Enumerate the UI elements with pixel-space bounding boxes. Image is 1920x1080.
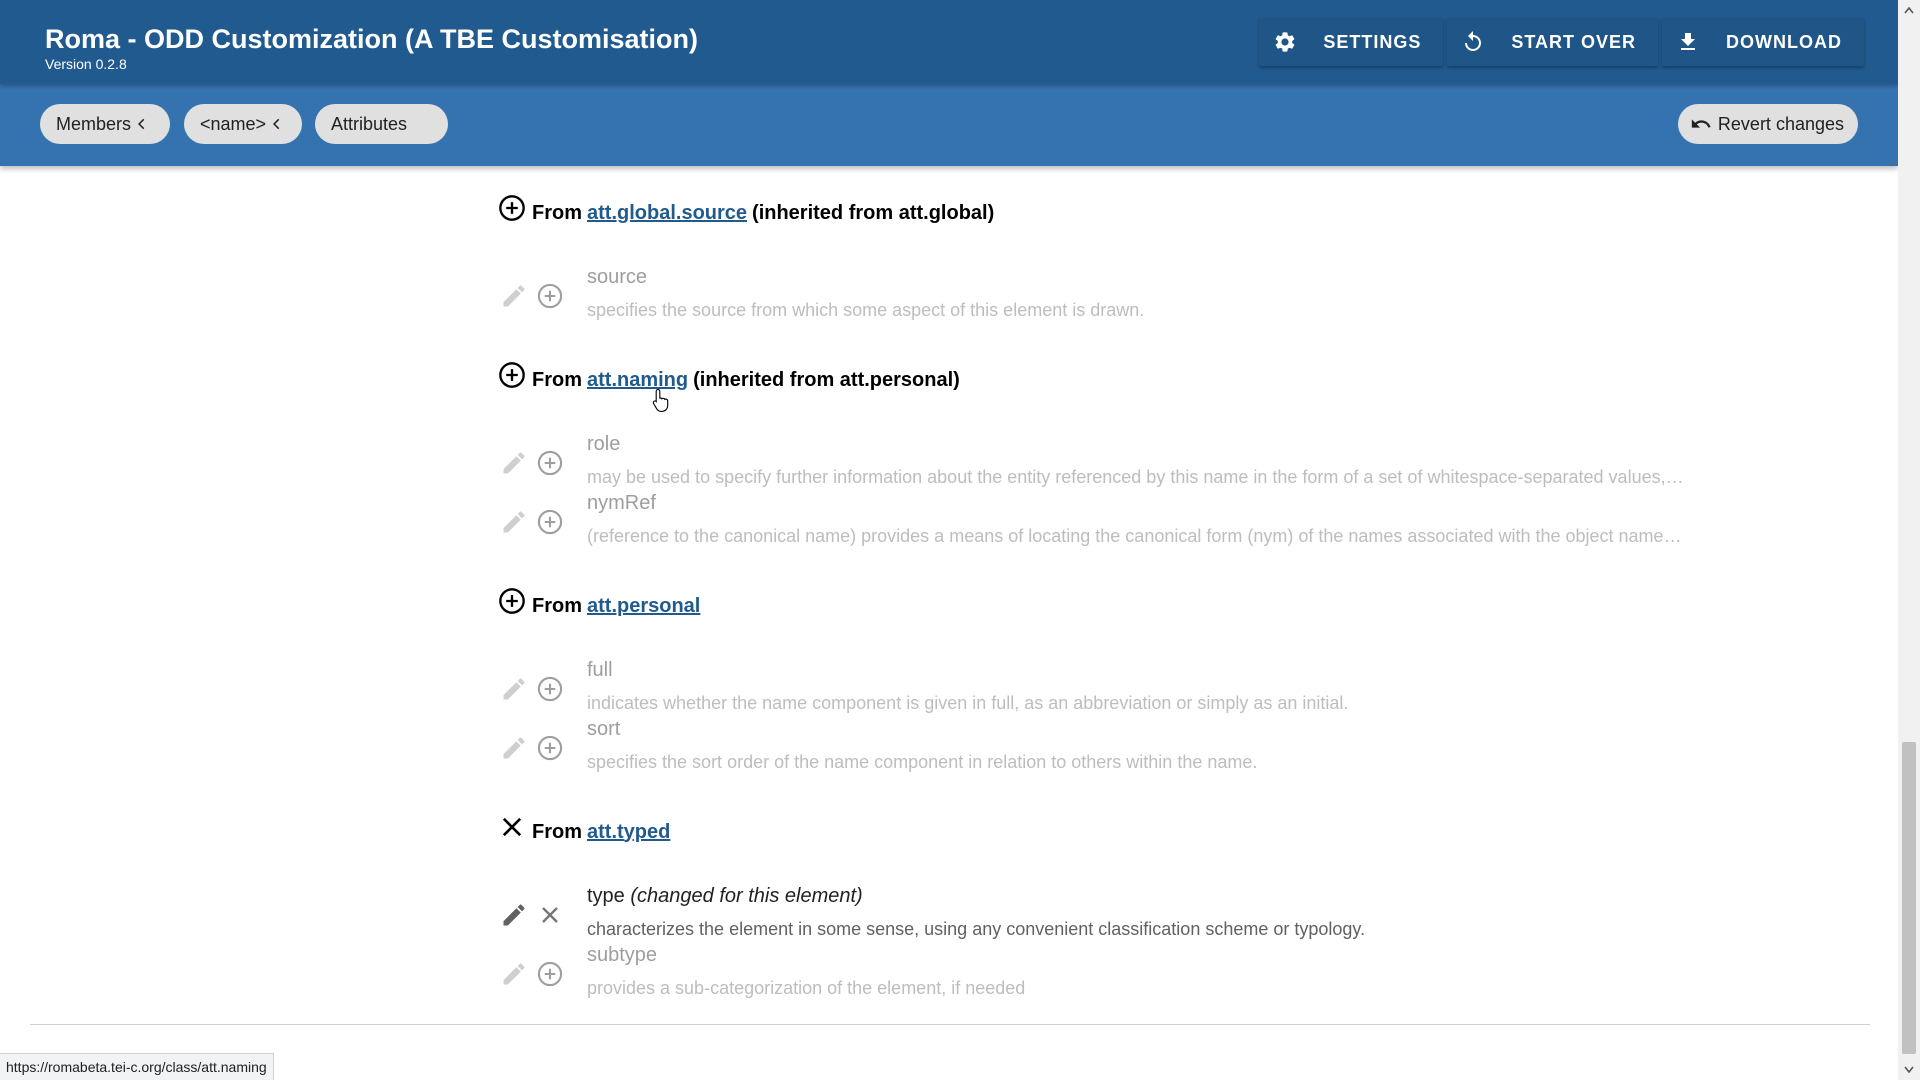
add-circle-icon[interactable] xyxy=(498,361,526,389)
attribute-name: source xyxy=(587,266,648,288)
chevron-left-icon xyxy=(273,118,280,130)
group-inherited: (inherited from att.personal) xyxy=(693,368,960,391)
attribute-item: role may be used to specify further info… xyxy=(500,433,1800,493)
attribute-change-note: (changed for this element) xyxy=(630,885,863,907)
download-icon xyxy=(1681,33,1696,50)
add-circle-icon[interactable] xyxy=(536,734,564,762)
edit-icon[interactable] xyxy=(500,901,528,929)
class-group-att-typed: From att.typed xyxy=(498,815,675,849)
attribute-description: (reference to the canonical name) provid… xyxy=(587,526,1682,546)
hand-cursor-icon xyxy=(652,388,669,412)
attribute-item: subtype provides a sub-categorization of… xyxy=(500,944,1800,1004)
class-group-att-global-source: From att.global.source (inherited from a… xyxy=(498,194,995,230)
download-button[interactable]: DOWNLOAD xyxy=(1662,18,1864,66)
group-prefix: From xyxy=(532,368,582,391)
attribute-name: type xyxy=(587,885,625,907)
attribute-description: specifies the sort order of the name com… xyxy=(587,752,1258,772)
app-bar: Roma - ODD Customization (A TBE Customis… xyxy=(0,0,1898,84)
gear-icon xyxy=(1275,32,1295,52)
add-circle-icon[interactable] xyxy=(498,194,526,222)
attribute-description: provides a sub-categorization of the ele… xyxy=(587,978,1026,998)
roma-app: Roma - ODD Customization (A TBE Customis… xyxy=(0,0,1898,1080)
start-over-label: START OVER xyxy=(1511,31,1637,52)
edit-icon[interactable] xyxy=(500,675,528,703)
breadcrumb-members-label: Members xyxy=(56,113,132,134)
undo-icon xyxy=(1691,119,1711,128)
attribute-description: may be used to specify further informati… xyxy=(587,467,1684,487)
add-circle-icon[interactable] xyxy=(536,675,564,703)
attribute-item: source specifies the source from which s… xyxy=(500,266,1800,326)
add-circle-icon[interactable] xyxy=(536,508,564,536)
settings-label: SETTINGS xyxy=(1323,31,1422,52)
attribute-item: nymRef (reference to the canonical name)… xyxy=(500,492,1800,552)
caret-up-icon xyxy=(1904,6,1914,14)
add-circle-icon[interactable] xyxy=(536,282,564,310)
edit-icon[interactable] xyxy=(500,282,528,310)
breadcrumb-attributes-label: Attributes xyxy=(331,113,408,134)
attribute-name-row: type (changed for this element) xyxy=(587,885,863,908)
close-icon[interactable] xyxy=(498,813,526,841)
attribute-name: subtype xyxy=(587,944,658,966)
attribute-description: characterizes the element in some sense,… xyxy=(587,919,1366,939)
scroll-up-arrow[interactable] xyxy=(1898,0,1920,20)
attribute-name: sort xyxy=(587,718,621,740)
class-link[interactable]: att.personal xyxy=(587,595,700,618)
add-circle-icon[interactable] xyxy=(498,587,526,615)
attribute-item: sort specifies the sort order of the nam… xyxy=(500,718,1800,778)
attribute-description: specifies the source from which some asp… xyxy=(587,300,1145,320)
breadcrumb-name-label: <name> xyxy=(200,113,267,134)
breadcrumb-attributes[interactable]: Attributes xyxy=(315,104,448,144)
close-icon[interactable] xyxy=(536,901,564,929)
group-prefix: From xyxy=(532,201,582,224)
attribute-item: full indicates whether the name componen… xyxy=(500,659,1800,719)
revert-changes-button[interactable]: Revert changes xyxy=(1677,104,1858,144)
edit-icon[interactable] xyxy=(500,449,528,477)
attribute-name: nymRef xyxy=(587,492,656,514)
scrollbar-thumb[interactable] xyxy=(1902,742,1916,1054)
add-circle-icon[interactable] xyxy=(536,960,564,988)
vertical-scrollbar[interactable] xyxy=(1898,0,1920,1080)
add-circle-icon[interactable] xyxy=(536,449,564,477)
app-title: Roma - ODD Customization (A TBE Customis… xyxy=(45,24,698,54)
start-over-button[interactable]: START OVER xyxy=(1447,18,1659,66)
caret-down-icon xyxy=(1904,1066,1914,1074)
attribute-classes-list: From att.global.source (inherited from a… xyxy=(0,166,1898,1080)
group-prefix: From xyxy=(532,594,582,617)
group-prefix: From xyxy=(532,820,582,843)
app-actions: SETTINGS START OVER DOWNLOAD xyxy=(1259,18,1864,66)
edit-icon[interactable] xyxy=(500,734,528,762)
breadcrumb-members[interactable]: Members xyxy=(40,104,170,144)
class-link[interactable]: att.naming xyxy=(587,369,688,392)
download-label: DOWNLOAD xyxy=(1726,31,1842,52)
edit-icon[interactable] xyxy=(500,508,528,536)
class-link[interactable]: att.global.source xyxy=(587,202,747,225)
attribute-description: indicates whether the name component is … xyxy=(587,693,1349,713)
link-status-bar: https://romabeta.tei-c.org/class/att.nam… xyxy=(0,1053,274,1080)
scroll-down-arrow[interactable] xyxy=(1898,1060,1920,1080)
breadcrumb-toolbar: Members <name> Attributes Revert changes xyxy=(0,84,1898,166)
attribute-name: full xyxy=(587,659,613,681)
class-group-att-naming: From att.naming (inherited from att.pers… xyxy=(498,361,960,397)
refresh-icon xyxy=(1465,31,1482,51)
group-inherited: (inherited from att.global) xyxy=(752,201,995,224)
edit-icon[interactable] xyxy=(500,960,528,988)
attribute-name: role xyxy=(587,433,621,455)
class-group-att-personal: From att.personal xyxy=(498,587,705,623)
chevron-left-icon xyxy=(138,118,145,130)
class-link[interactable]: att.typed xyxy=(587,821,670,844)
attribute-item: type (changed for this element) characte… xyxy=(500,885,1800,945)
settings-button[interactable]: SETTINGS xyxy=(1259,18,1444,66)
breadcrumb-name[interactable]: <name> xyxy=(184,104,302,144)
section-divider xyxy=(30,1024,1870,1025)
app-version: Version 0.2.8 xyxy=(45,56,127,72)
revert-changes-label: Revert changes xyxy=(1717,113,1844,134)
